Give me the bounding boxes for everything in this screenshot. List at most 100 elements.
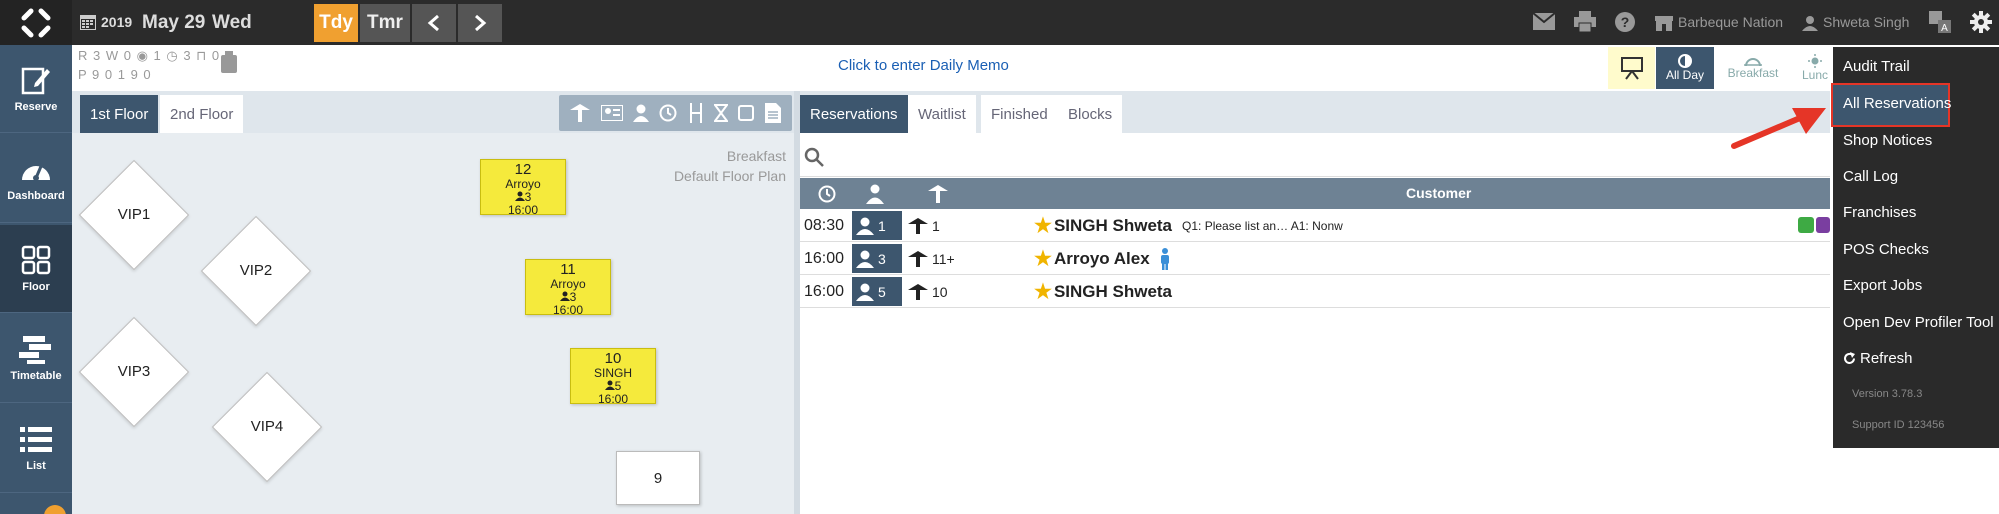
sidebar-item-label: Timetable bbox=[10, 369, 62, 382]
presentation-toggle-button[interactable] bbox=[1608, 47, 1655, 89]
shift-lunch[interactable]: Lunc bbox=[1797, 47, 1833, 89]
calendar-icon[interactable] bbox=[80, 14, 96, 33]
shift-label: Breakfast bbox=[1727, 66, 1779, 80]
shift-all-day[interactable]: All Day bbox=[1656, 47, 1714, 89]
reservation-customer: ★ SINGH Shweta bbox=[1034, 275, 1172, 308]
menu-item-audit-trail[interactable]: Audit Trail bbox=[1843, 58, 1910, 75]
reservation-customer: ★ SINGH Shweta Q1: Please list an… A1: N… bbox=[1034, 209, 1343, 242]
table-icon[interactable] bbox=[570, 104, 591, 122]
reservation-row[interactable]: 16:00 5 10 ★ SINGH Shweta bbox=[800, 275, 1830, 308]
help-icon[interactable]: ? bbox=[1615, 12, 1635, 35]
menu-item-call-log[interactable]: Call Log bbox=[1843, 168, 1898, 185]
grid-icon bbox=[21, 245, 51, 274]
sidebar-item-floor[interactable]: Floor bbox=[0, 225, 72, 313]
reservation-row[interactable]: 08:30 1 1 ★ SINGH Shweta Q1: Please list… bbox=[800, 209, 1830, 242]
table-time: 16:00 bbox=[507, 203, 539, 217]
settings-gear-icon[interactable] bbox=[1970, 11, 1992, 36]
tab-blocks[interactable]: Blocks bbox=[1058, 95, 1123, 133]
table-11[interactable]: 11 Arroyo 3 16:00 bbox=[525, 259, 611, 317]
table-label: VIP3 bbox=[117, 363, 151, 380]
table-10[interactable]: 10 SINGH 5 16:00 bbox=[570, 348, 656, 406]
menu-item-export-jobs[interactable]: Export Jobs bbox=[1843, 277, 1922, 294]
translate-icon[interactable]: A bbox=[1929, 11, 1951, 36]
tab-reservations[interactable]: Reservations bbox=[800, 95, 908, 133]
daily-memo-link[interactable]: Click to enter Daily Memo bbox=[838, 57, 1009, 74]
customer-name: Arroyo Alex bbox=[1053, 248, 1150, 268]
person-icon[interactable] bbox=[632, 104, 649, 122]
person-icon bbox=[856, 283, 874, 301]
reservations-table-header: Customer bbox=[800, 178, 1830, 209]
reservation-table: 1 bbox=[908, 209, 940, 242]
menu-item-all-reservations[interactable]: All Reservations bbox=[1843, 95, 1951, 112]
menu-item-pos-checks[interactable]: POS Checks bbox=[1843, 241, 1929, 258]
canvas-meal-label: Breakfast bbox=[726, 148, 786, 164]
tomorrow-button[interactable]: Tmr bbox=[360, 4, 410, 42]
search-icon bbox=[804, 147, 824, 167]
high-chair-icon[interactable] bbox=[688, 103, 704, 123]
reservation-table: 11+ bbox=[908, 242, 955, 275]
tab-1st-floor[interactable]: 1st Floor bbox=[80, 95, 159, 133]
canvas-plan-label: Default Floor Plan bbox=[673, 168, 786, 184]
edit-icon bbox=[21, 67, 50, 94]
menu-item-shop-notices[interactable]: Shop Notices bbox=[1843, 132, 1932, 149]
chevron-left-icon bbox=[427, 14, 439, 32]
document-icon[interactable] bbox=[764, 103, 781, 123]
person-icon bbox=[604, 380, 615, 390]
user-icon bbox=[1802, 15, 1818, 31]
sunrise-icon bbox=[1744, 58, 1762, 66]
reservation-covers: 1 bbox=[852, 211, 902, 240]
store-icon bbox=[1655, 15, 1673, 31]
tab-finished[interactable]: Finished bbox=[981, 95, 1058, 133]
sidebar-item-dashboard[interactable]: Dashboard bbox=[0, 135, 72, 223]
chevron-right-icon bbox=[475, 14, 487, 32]
prev-day-button[interactable] bbox=[412, 4, 456, 42]
tab-2nd-floor[interactable]: 2nd Floor bbox=[160, 95, 244, 133]
person-icon bbox=[559, 291, 570, 301]
table-time: 16:00 bbox=[597, 392, 629, 406]
table-number: 12 bbox=[514, 161, 532, 178]
user-menu[interactable]: Shweta Singh bbox=[1802, 0, 1909, 45]
print-icon[interactable] bbox=[1574, 11, 1596, 35]
reservation-covers: 3 bbox=[852, 244, 902, 273]
male-guest-icon bbox=[1160, 247, 1169, 270]
id-card-icon[interactable] bbox=[600, 105, 623, 121]
floor-plan-label: Breakfast Default Floor Plan bbox=[674, 146, 786, 186]
person-icon bbox=[856, 217, 874, 235]
clock-icon[interactable] bbox=[818, 185, 836, 203]
square-icon[interactable] bbox=[738, 105, 755, 121]
next-day-button[interactable] bbox=[458, 4, 502, 42]
year-label[interactable]: 2019 bbox=[101, 0, 132, 45]
sidebar-item-list[interactable]: List bbox=[0, 405, 72, 493]
sidebar-item-label: List bbox=[26, 459, 46, 472]
reservation-row[interactable]: 16:00 3 11+ ★ Arroyo Alex bbox=[800, 242, 1830, 275]
clock-icon[interactable] bbox=[659, 104, 677, 122]
customer-column-header[interactable]: Customer bbox=[1406, 178, 1471, 209]
menu-item-refresh[interactable]: Refresh bbox=[1843, 350, 1913, 367]
half-circle-icon bbox=[1678, 54, 1692, 68]
date-label[interactable]: May 29 bbox=[142, 0, 205, 45]
menu-item-open-dev-profiler-tool[interactable]: Open Dev Profiler Tool bbox=[1843, 314, 1994, 331]
person-icon bbox=[514, 191, 525, 201]
list-icon bbox=[20, 426, 52, 452]
menu-item-franchises[interactable]: Franchises bbox=[1843, 204, 1916, 221]
mail-icon[interactable] bbox=[1532, 12, 1556, 33]
app-version: Version 3.78.3 bbox=[1852, 388, 1923, 400]
hourglass-icon[interactable] bbox=[714, 104, 729, 122]
app-logo-icon[interactable] bbox=[0, 0, 72, 45]
search-input[interactable] bbox=[800, 133, 1830, 177]
table-label: VIP4 bbox=[250, 418, 284, 435]
table-9[interactable]: 9 bbox=[616, 451, 700, 505]
person-icon bbox=[856, 250, 874, 268]
restaurant-selector[interactable]: Barbeque Nation bbox=[1655, 0, 1783, 45]
sidebar-item-reserve[interactable]: Reserve bbox=[0, 45, 72, 133]
today-button[interactable]: Tdy bbox=[314, 4, 358, 42]
person-icon[interactable] bbox=[866, 184, 884, 204]
tag-icon[interactable] bbox=[220, 51, 238, 76]
confirmed-icon bbox=[1798, 217, 1814, 233]
tab-waitlist[interactable]: Waitlist bbox=[908, 95, 976, 133]
table-12[interactable]: 12 Arroyo 3 16:00 bbox=[480, 159, 566, 217]
sidebar-item-timetable[interactable]: Timetable bbox=[0, 315, 72, 403]
weekday-label[interactable]: Wed bbox=[212, 0, 252, 45]
table-icon[interactable] bbox=[928, 185, 948, 203]
shift-breakfast[interactable]: Breakfast bbox=[1722, 47, 1784, 89]
